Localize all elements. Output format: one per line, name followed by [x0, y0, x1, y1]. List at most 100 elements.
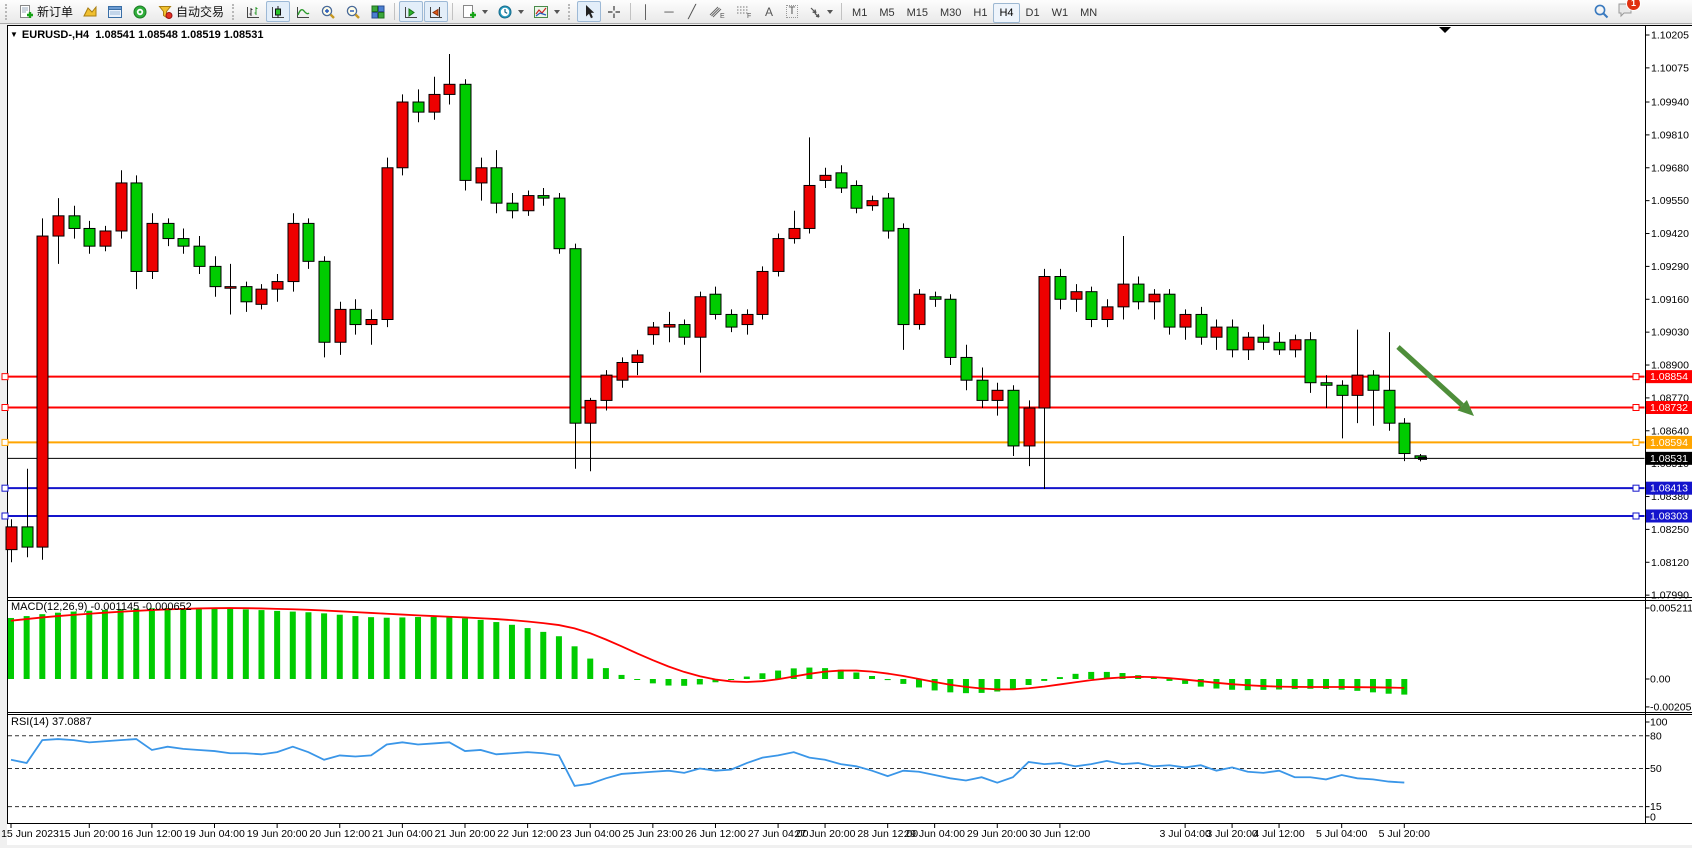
macd-histogram-bar	[525, 628, 531, 679]
new-order-button[interactable]: 新订单	[14, 1, 77, 22]
candle-body-bear	[1133, 284, 1144, 302]
bar-chart-button[interactable]	[241, 1, 265, 22]
trendline-tool[interactable]: ╱	[681, 1, 703, 22]
templates-button[interactable]	[529, 1, 564, 22]
candle-body-bear	[22, 527, 33, 547]
tile-windows-button[interactable]	[366, 1, 390, 22]
candle-body-bull	[601, 375, 612, 400]
zoom-out-button[interactable]	[341, 1, 365, 22]
navigator-button[interactable]	[128, 1, 152, 22]
candle-body-bull	[867, 201, 878, 206]
cursor-icon	[581, 4, 597, 20]
vertical-line-tool[interactable]: │	[635, 1, 657, 22]
macd-histogram-bar	[979, 679, 985, 693]
candle-body-bull	[256, 289, 267, 304]
timeframe-button-MN[interactable]: MN	[1074, 3, 1103, 23]
candle-body-bear	[194, 246, 205, 266]
line-chart-button[interactable]	[291, 1, 315, 22]
timeframe-group: M1M5M15M30H1H4D1W1MN	[846, 3, 1103, 21]
line-handle[interactable]	[1633, 374, 1639, 380]
time-axis-label: 5 Jul 20:00	[1379, 828, 1431, 840]
timeframe-button-M1[interactable]: M1	[846, 3, 873, 23]
candle-body-bear	[69, 216, 80, 229]
candle-body-bull	[1149, 294, 1160, 302]
autotrading-button[interactable]: 自动交易	[153, 1, 228, 22]
time-axis-label: 4 Jul 12:00	[1253, 828, 1305, 840]
periods-button[interactable]	[493, 1, 528, 22]
time-axis-label: 29 Jun 20:00	[967, 828, 1028, 840]
candle-body-bear	[977, 380, 988, 400]
cursor-button[interactable]	[577, 1, 601, 22]
crosshair-button[interactable]	[602, 1, 626, 22]
quotes-button[interactable]	[78, 1, 102, 22]
line-handle[interactable]	[2, 374, 8, 380]
candle-body-bull	[742, 314, 753, 324]
macd-histogram-bar	[368, 617, 374, 679]
line-handle[interactable]	[1633, 513, 1639, 519]
candle-body-bear	[945, 299, 956, 357]
candle-body-bear	[303, 223, 314, 261]
time-axis-label: 15 Jun 2023	[1, 828, 59, 840]
line-handle[interactable]	[2, 485, 8, 491]
zoom-in-button[interactable]	[316, 1, 340, 22]
timeframe-button-D1[interactable]: D1	[1020, 3, 1046, 23]
arrows-tool[interactable]	[804, 1, 837, 22]
line-handle[interactable]	[1633, 405, 1639, 411]
fibonacci-tool[interactable]: F	[731, 1, 757, 22]
candle-body-bear	[710, 294, 721, 314]
macd-axis-label: 0.00	[1650, 674, 1671, 686]
candle-body-bear	[241, 287, 252, 302]
chart-shift-button[interactable]	[424, 1, 448, 22]
chart-canvas[interactable]: 1.102051.100751.099401.098101.096801.095…	[0, 0, 1692, 848]
macd-histogram-bar	[556, 636, 562, 679]
text-tool[interactable]: A	[758, 1, 780, 22]
line-handle[interactable]	[2, 513, 8, 519]
candle-body-bull	[476, 168, 487, 183]
horizontal-line-tool[interactable]: ─	[658, 1, 680, 22]
price-axis-label: 1.09420	[1651, 228, 1689, 240]
candle-body-bull	[429, 94, 440, 112]
candle-body-bull	[382, 168, 393, 320]
macd-histogram-bar	[321, 613, 327, 679]
chart-collapse-icon[interactable]: ▼	[10, 30, 18, 39]
auto-scroll-button[interactable]	[399, 1, 423, 22]
line-handle[interactable]	[2, 439, 8, 445]
timeframe-button-H1[interactable]: H1	[967, 3, 993, 23]
macd-histogram-bar	[775, 671, 781, 679]
macd-histogram-bar	[1166, 679, 1172, 681]
notifications-button[interactable]: 1	[1616, 1, 1634, 23]
candle-body-bull	[335, 309, 346, 342]
price-axis-label: 1.09550	[1651, 195, 1689, 207]
timeframe-button-M30[interactable]: M30	[934, 3, 967, 23]
macd-histogram-bar	[462, 618, 468, 679]
macd-histogram-bar	[149, 608, 155, 679]
time-axis-label: 29 Jun 04:00	[904, 828, 965, 840]
new-chart-button[interactable]	[457, 1, 492, 22]
timeframe-button-M5[interactable]: M5	[873, 3, 900, 23]
toolbar-separator	[394, 3, 395, 20]
macd-histogram-bar	[24, 616, 30, 679]
line-handle[interactable]	[2, 405, 8, 411]
macd-histogram-bar	[102, 610, 108, 679]
data-window-button[interactable]	[103, 1, 127, 22]
candlestick-chart-button[interactable]	[266, 1, 290, 22]
line-handle[interactable]	[1633, 485, 1639, 491]
text-label-tool[interactable]: T	[781, 1, 803, 22]
macd-histogram-bar	[86, 611, 92, 679]
candle-body-bull	[1024, 408, 1035, 446]
time-axis-label: 27 Jun 20:00	[795, 828, 856, 840]
tile-windows-icon	[370, 4, 386, 20]
timeframe-button-W1[interactable]: W1	[1046, 3, 1075, 23]
price-axis-label: 1.08900	[1651, 360, 1689, 372]
line-handle[interactable]	[1633, 439, 1639, 445]
candle-body-bear	[413, 102, 424, 112]
trendline-icon: ╱	[688, 5, 696, 18]
timeframe-button-M15[interactable]: M15	[901, 3, 934, 23]
timeframe-button-H4[interactable]: H4	[993, 3, 1019, 23]
equidistant-channel-tool[interactable]: E	[704, 1, 730, 22]
search-icon[interactable]	[1593, 3, 1610, 20]
toolbar-gripper	[232, 4, 237, 20]
dropdown-caret-icon	[554, 10, 560, 14]
data-window-icon	[107, 4, 123, 20]
macd-histogram-bar	[431, 617, 437, 679]
